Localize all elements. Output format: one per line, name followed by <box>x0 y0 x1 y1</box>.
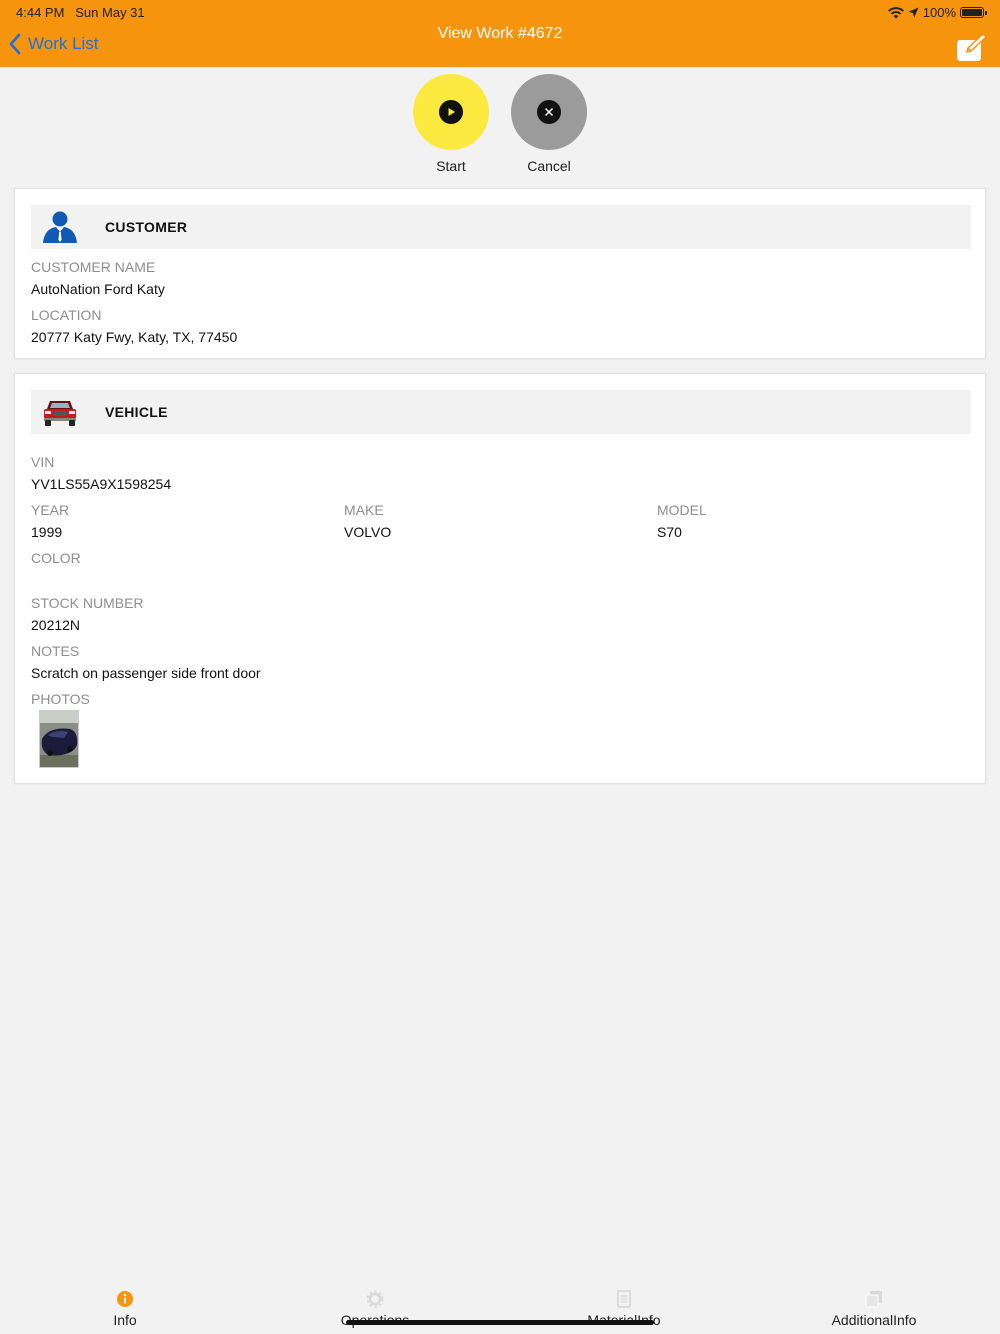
customer-card-header: CUSTOMER <box>31 205 971 249</box>
vehicle-icon-wrap <box>31 390 89 434</box>
cancel-label: Cancel <box>527 158 571 174</box>
notes-label: NOTES <box>31 643 80 659</box>
location-label: LOCATION <box>31 307 102 323</box>
start-button[interactable]: Start <box>412 74 490 174</box>
edit-icon <box>957 32 988 61</box>
start-label: Start <box>436 158 466 174</box>
list-icon <box>524 1290 724 1308</box>
page-title: View Work #4672 <box>437 25 563 42</box>
make-label: MAKE <box>344 502 384 518</box>
person-icon <box>43 211 77 243</box>
nav-header: 4:44 PM Sun May 31 100% Work List View W… <box>0 0 1000 67</box>
vehicle-section-title: VEHICLE <box>105 404 168 420</box>
wifi-icon <box>887 6 904 18</box>
customer-name-value: AutoNation Ford Katy <box>31 281 165 297</box>
home-indicator[interactable] <box>346 1320 654 1325</box>
start-circle[interactable] <box>413 74 489 150</box>
color-label: COLOR <box>31 550 81 566</box>
vehicle-card-header: VEHICLE <box>31 390 971 434</box>
customer-card: CUSTOMER CUSTOMER NAME AutoNation Ford K… <box>14 188 986 359</box>
vehicle-photo-thumbnail[interactable] <box>39 710 79 768</box>
cancel-button[interactable]: Cancel <box>510 74 588 174</box>
vehicle-card: VEHICLE VIN YV1LS55A9X1598254 YEAR 1999 … <box>14 373 986 784</box>
year-label: YEAR <box>31 502 70 518</box>
notes-value: Scratch on passenger side front door <box>31 665 261 681</box>
close-icon <box>537 100 561 124</box>
battery-percent: 100% <box>922 5 956 20</box>
vin-value: YV1LS55A9X1598254 <box>31 476 172 492</box>
edit-button[interactable] <box>956 32 988 63</box>
model-value: S70 <box>657 524 682 540</box>
play-icon <box>439 100 463 124</box>
tab-info[interactable]: Info <box>25 1290 225 1328</box>
year-value: 1999 <box>31 524 63 540</box>
customer-section-title: CUSTOMER <box>105 219 188 235</box>
cancel-circle[interactable] <box>511 74 587 150</box>
location-arrow-icon <box>908 7 919 18</box>
info-icon <box>25 1290 225 1308</box>
customer-icon-wrap <box>31 205 89 249</box>
gear-icon <box>275 1290 475 1308</box>
tab-additionalinfo-label: AdditionalInfo <box>831 1312 917 1328</box>
car-photo-icon <box>40 711 78 767</box>
status-time-text: 4:44 PM <box>16 5 65 20</box>
status-time: 4:44 PM Sun May 31 <box>16 5 145 20</box>
make-value: VOLVO <box>344 524 392 540</box>
status-indicators: 100% <box>887 5 987 20</box>
status-date-text: Sun May 31 <box>75 5 145 20</box>
photos-label: PHOTOS <box>31 691 90 707</box>
model-label: MODEL <box>657 502 707 518</box>
stock-number-value: 20212N <box>31 617 81 633</box>
copy-icon <box>774 1290 974 1308</box>
vin-label: VIN <box>31 454 55 470</box>
tab-info-label: Info <box>113 1312 137 1328</box>
stock-number-label: STOCK NUMBER <box>31 595 144 611</box>
customer-name-label: CUSTOMER NAME <box>31 259 156 275</box>
truck-icon <box>44 401 76 426</box>
battery-icon <box>960 7 987 18</box>
tab-additionalinfo[interactable]: AdditionalInfo <box>774 1290 974 1328</box>
location-value: 20777 Katy Fwy, Katy, TX, 77450 <box>31 329 238 345</box>
